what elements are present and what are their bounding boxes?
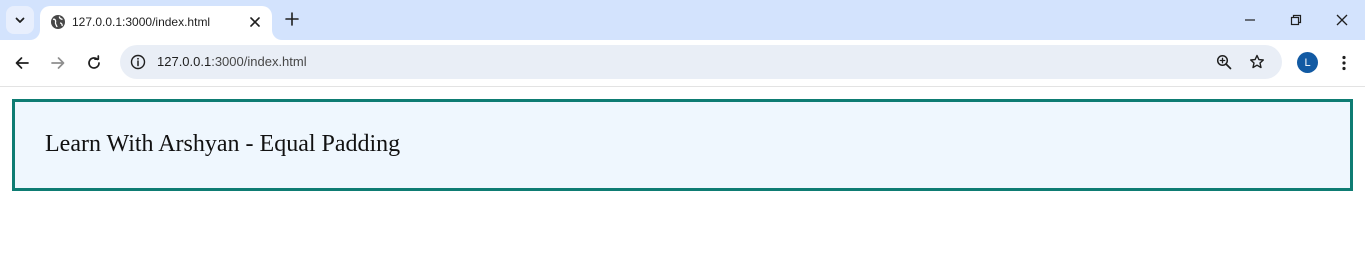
url-host: 127.0.0.1: [157, 54, 212, 69]
close-icon: [250, 17, 260, 27]
site-info-button[interactable]: [126, 50, 150, 74]
url-path: :3000/index.html: [211, 54, 307, 69]
zoom-in-icon: [1216, 54, 1232, 70]
chevron-down-icon: [15, 17, 25, 23]
arrow-right-icon: [51, 57, 65, 69]
globe-icon: [50, 14, 66, 30]
arrow-left-icon: [15, 57, 29, 69]
plus-icon: [285, 12, 299, 26]
bookmark-button[interactable]: [1245, 50, 1269, 74]
address-bar[interactable]: 127.0.0.1:3000/index.html: [120, 45, 1282, 79]
window-close-button[interactable]: [1319, 0, 1365, 40]
restore-icon: [1290, 14, 1302, 26]
reload-button[interactable]: [80, 49, 108, 77]
tab-strip: 127.0.0.1:3000/index.html: [0, 0, 1365, 40]
tab-title: 127.0.0.1:3000/index.html: [72, 15, 211, 29]
zoom-button[interactable]: [1212, 50, 1236, 74]
toolbar: 127.0.0.1:3000/index.html L: [0, 40, 1365, 87]
star-icon: [1250, 54, 1264, 69]
kebab-menu-icon: [1342, 55, 1346, 71]
minimize-icon: [1245, 19, 1255, 21]
browser-window: 127.0.0.1:3000/index.html 127.0.0.1:3000…: [0, 0, 1365, 264]
browser-menu-button[interactable]: [1332, 49, 1356, 77]
page-viewport: Learn With Arshyan - Equal Padding: [0, 87, 1365, 264]
minimize-button[interactable]: [1227, 0, 1273, 40]
back-button[interactable]: [8, 49, 36, 77]
reload-icon: [88, 55, 100, 69]
url-text[interactable]: 127.0.0.1:3000/index.html: [157, 54, 307, 69]
profile-avatar[interactable]: L: [1297, 52, 1318, 73]
new-tab-button[interactable]: [280, 7, 304, 31]
forward-button[interactable]: [44, 49, 72, 77]
restore-button[interactable]: [1273, 0, 1319, 40]
page-heading: Learn With Arshyan - Equal Padding: [45, 131, 401, 157]
padded-box: Learn With Arshyan - Equal Padding: [12, 99, 1353, 191]
info-icon: [130, 54, 146, 70]
tab-close-button[interactable]: [245, 12, 265, 32]
close-icon: [1336, 14, 1348, 26]
tab-active[interactable]: 127.0.0.1:3000/index.html: [40, 6, 272, 40]
